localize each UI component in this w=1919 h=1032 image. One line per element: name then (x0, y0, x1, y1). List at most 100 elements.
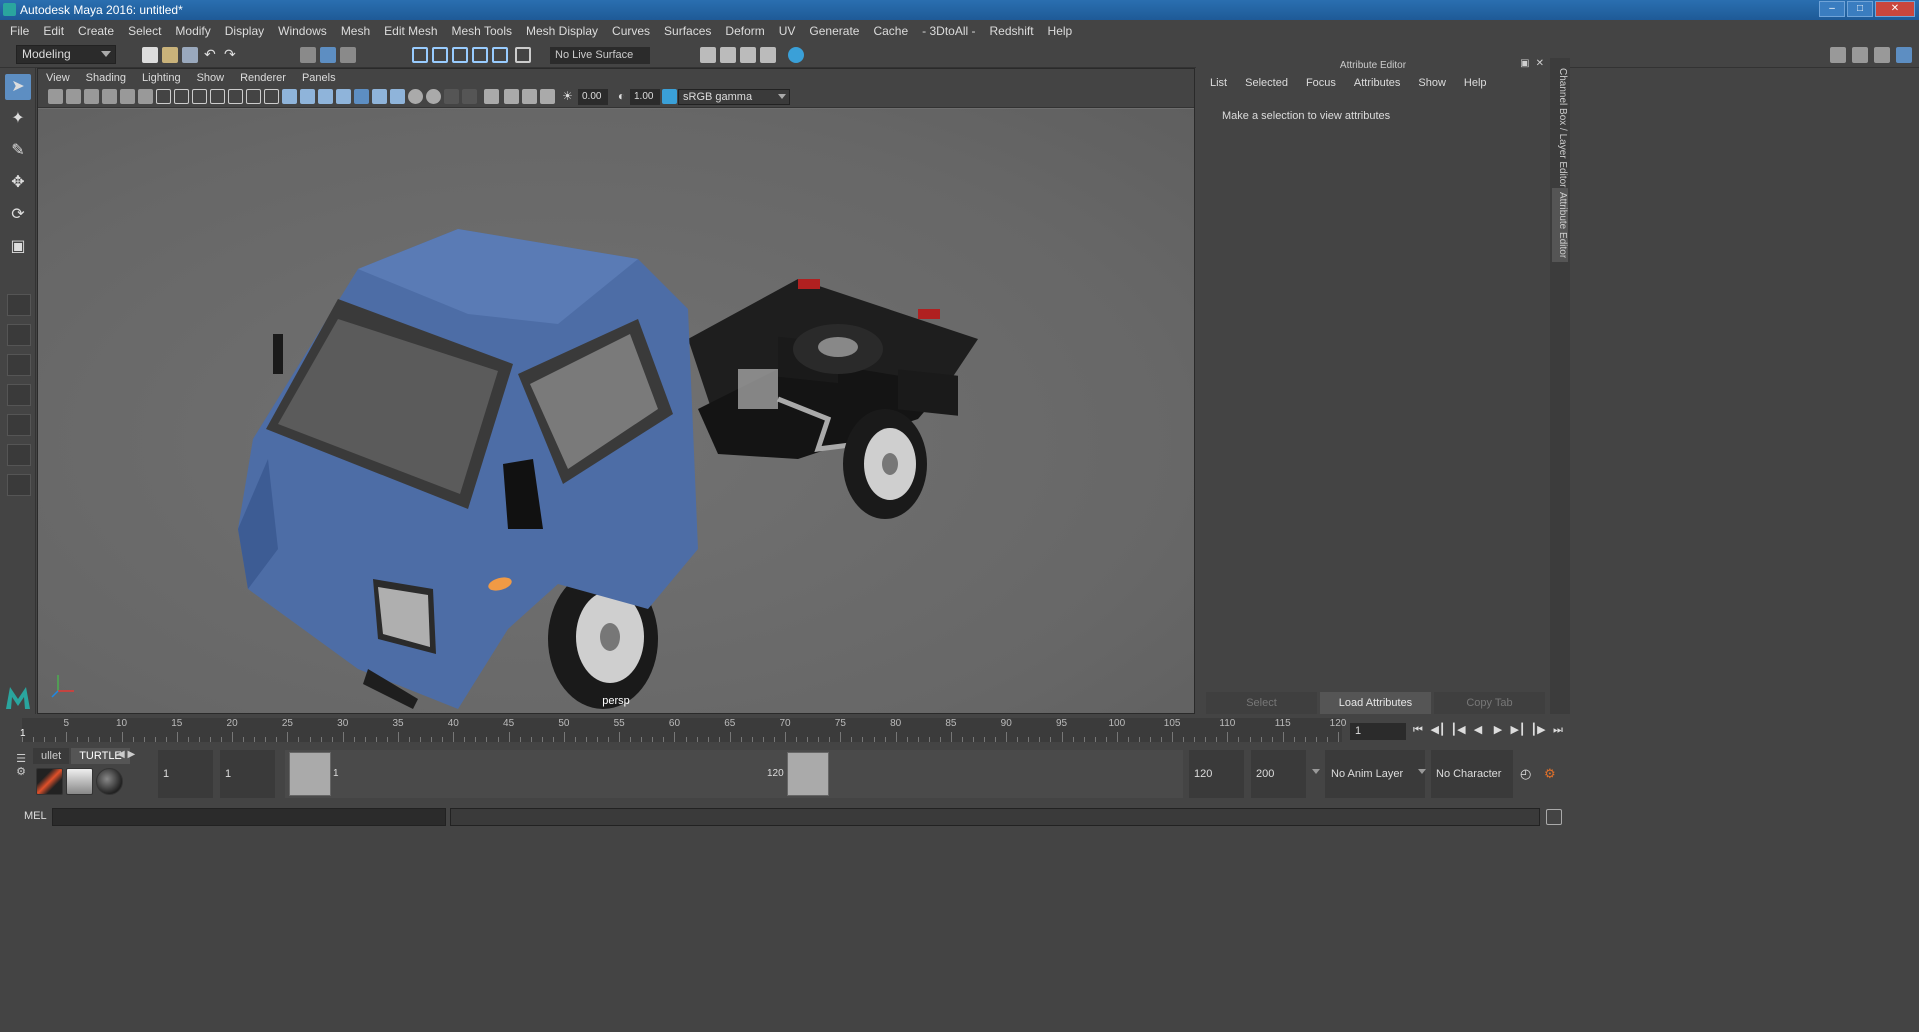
menu-deform[interactable]: Deform (725, 24, 764, 38)
move-tool[interactable]: ✥ (5, 170, 31, 196)
ae-menu-selected[interactable]: Selected (1245, 77, 1288, 89)
ae-menu-focus[interactable]: Focus (1306, 77, 1336, 89)
live-surface-field[interactable]: No Live Surface (550, 47, 650, 64)
turtle-render-icon[interactable] (36, 768, 63, 795)
field-chart-icon[interactable] (228, 89, 243, 104)
viewport-menu-view[interactable]: View (46, 72, 70, 84)
menu-select[interactable]: Select (128, 24, 161, 38)
character-set-dropdown[interactable]: No Character Set (1431, 750, 1513, 828)
step-back-frame-icon[interactable]: ┃◀ (1450, 722, 1466, 738)
step-forward-frame-icon[interactable]: ▶┃ (1510, 722, 1526, 738)
menu-surfaces[interactable]: Surfaces (664, 24, 711, 38)
channel-box-icon[interactable] (1896, 47, 1912, 63)
modeling-toolkit-icon[interactable] (1830, 47, 1846, 63)
range-start-handle[interactable] (289, 752, 331, 796)
truck-model[interactable] (38, 109, 1194, 713)
isolate-select-icon[interactable] (484, 89, 499, 104)
ae-menu-show[interactable]: Show (1418, 77, 1446, 89)
menu-modify[interactable]: Modify (175, 24, 210, 38)
current-frame-field[interactable]: 1 (1350, 723, 1406, 740)
view-transform-dropdown[interactable]: sRGB gamma (678, 89, 790, 105)
exposure-field[interactable]: 0.00 (578, 89, 608, 105)
maximize-button[interactable]: □ (1847, 1, 1873, 17)
menu-file[interactable]: File (10, 24, 29, 38)
safe-action-icon[interactable] (246, 89, 261, 104)
menu-create[interactable]: Create (78, 24, 114, 38)
go-to-end-icon[interactable]: ⏭ (1550, 722, 1566, 738)
hypershade-icon[interactable] (788, 47, 804, 63)
persp-outliner-layout[interactable] (7, 354, 31, 376)
snap-surface-icon[interactable] (492, 47, 508, 63)
xray-components-icon[interactable] (540, 89, 555, 104)
menu-3dtoall[interactable]: - 3DtoAll - (922, 24, 975, 38)
step-forward-key-icon[interactable]: ┃▶ (1530, 722, 1546, 738)
safe-title-icon[interactable] (264, 89, 279, 104)
script-editor-icon[interactable] (1546, 809, 1562, 825)
tab-attribute-editor[interactable]: Attribute Editor (1552, 188, 1568, 263)
motion-blur-icon[interactable] (426, 89, 441, 104)
menu-redshift[interactable]: Redshift (990, 24, 1034, 38)
menu-uv[interactable]: UV (779, 24, 796, 38)
gamma-field[interactable]: 1.00 (630, 89, 660, 105)
menu-cache[interactable]: Cache (873, 24, 908, 38)
copy-tab-button[interactable]: Copy Tab (1434, 692, 1545, 714)
four-view-layout[interactable] (7, 324, 31, 346)
camera-attributes-icon[interactable] (66, 89, 81, 104)
screen-space-ao-icon[interactable] (408, 89, 423, 104)
wireframe-icon[interactable] (282, 89, 297, 104)
tab-channel-box[interactable]: Channel Box / Layer Editor (1552, 64, 1568, 192)
snap-plane-icon[interactable] (472, 47, 488, 63)
select-component-icon[interactable] (340, 47, 356, 63)
range-end-handle[interactable] (787, 752, 829, 796)
bookmark-icon[interactable] (84, 89, 99, 104)
menu-curves[interactable]: Curves (612, 24, 650, 38)
xray-joints-icon[interactable] (522, 89, 537, 104)
tool-settings-icon[interactable] (1874, 47, 1890, 63)
grid-icon[interactable] (156, 89, 171, 104)
menu-edit[interactable]: Edit (43, 24, 64, 38)
playback-end-field[interactable]: 120 (1189, 750, 1244, 798)
auto-key-icon[interactable]: ◴ (1520, 766, 1536, 782)
ipr-render-icon[interactable] (740, 47, 756, 63)
animation-start-field[interactable]: 1 (158, 750, 213, 798)
resolution-gate-icon[interactable] (192, 89, 207, 104)
depth-of-field-icon[interactable] (462, 89, 477, 104)
menu-help[interactable]: Help (1048, 24, 1073, 38)
animation-end-field[interactable]: 200 (1251, 750, 1306, 798)
menu-mesh[interactable]: Mesh (341, 24, 370, 38)
viewport-menu-panels[interactable]: Panels (302, 72, 336, 84)
outliner-icon[interactable] (1852, 47, 1868, 63)
persp-graph-layout[interactable] (7, 384, 31, 406)
custom-layout[interactable] (7, 474, 31, 496)
scale-tool[interactable]: ▣ (5, 234, 31, 260)
step-back-key-icon[interactable]: ◀┃ (1430, 722, 1446, 738)
menu-mesh-display[interactable]: Mesh Display (526, 24, 598, 38)
select-hierarchy-icon[interactable] (300, 47, 316, 63)
menu-windows[interactable]: Windows (278, 24, 327, 38)
snap-grid-icon[interactable] (412, 47, 428, 63)
smooth-shade-icon[interactable] (300, 89, 315, 104)
anim-layer-dropdown[interactable]: No Anim Layer (1325, 750, 1425, 798)
undo-icon[interactable]: ↶ (204, 47, 220, 63)
close-panel-icon[interactable]: ✕ (1536, 58, 1544, 69)
shelf-tab-bullet[interactable]: ullet (33, 748, 70, 764)
chevron-down-icon[interactable] (1418, 769, 1426, 774)
use-default-material-icon[interactable] (318, 89, 333, 104)
mel-input-field[interactable] (52, 808, 446, 826)
snap-point-icon[interactable] (452, 47, 468, 63)
grease-pencil-icon[interactable] (138, 89, 153, 104)
3d-viewport-canvas[interactable]: persp (38, 109, 1194, 713)
outliner-persp-layout[interactable] (7, 444, 31, 466)
menu-mesh-tools[interactable]: Mesh Tools (452, 24, 512, 38)
color-management-icon[interactable] (662, 89, 677, 104)
textured-icon[interactable] (354, 89, 369, 104)
persp-hypershade-layout[interactable] (7, 414, 31, 436)
float-panel-icon[interactable]: ▣ (1520, 58, 1529, 69)
redo-icon[interactable]: ↷ (224, 47, 240, 63)
menu-generate[interactable]: Generate (809, 24, 859, 38)
single-perspective-layout[interactable] (7, 294, 31, 316)
paint-select-tool[interactable]: ✎ (5, 138, 31, 164)
image-plane-icon[interactable] (102, 89, 117, 104)
menu-set-dropdown[interactable]: Modeling (16, 45, 116, 64)
select-tool[interactable]: ➤ (5, 74, 31, 100)
